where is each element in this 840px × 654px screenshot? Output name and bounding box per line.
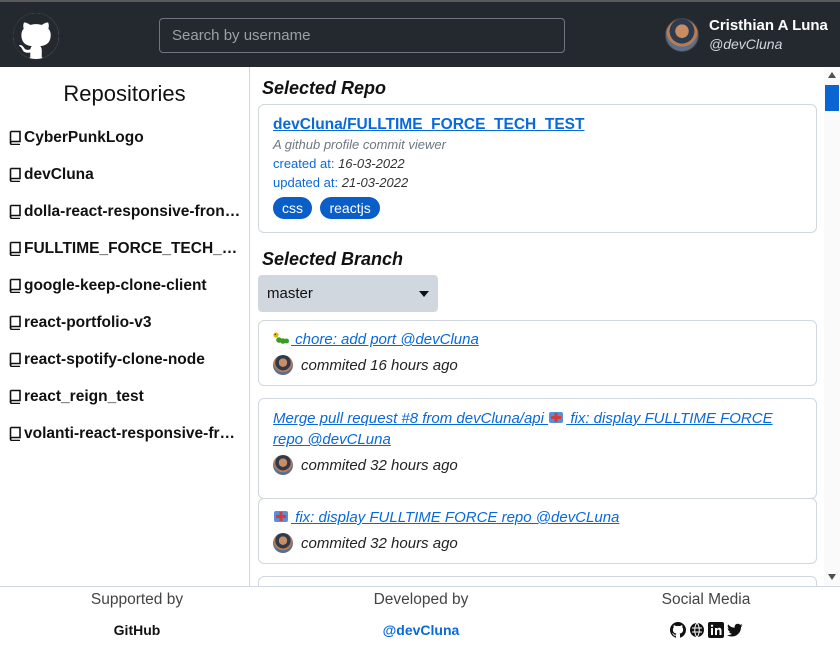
selected-branch-heading: Selected Branch <box>262 249 404 269</box>
caret-down-icon <box>419 290 429 297</box>
repo-book-icon <box>9 389 21 404</box>
user-name: Cristhian A Luna <box>709 17 828 34</box>
scroll-up-arrow-icon[interactable] <box>828 72 836 78</box>
twitter-icon[interactable] <box>726 622 743 638</box>
ambulance-icon <box>549 412 564 423</box>
sidebar-repo-item[interactable]: volanti-react-responsive-fro… <box>0 415 249 452</box>
created-value: 16-03-2022 <box>338 156 405 171</box>
github-wordmark[interactable]: GitHub <box>37 622 237 638</box>
repo-updated: updated at: 21-03-2022 <box>273 175 802 190</box>
ambulance-icon <box>274 511 288 522</box>
sidebar-repo-label: dolla-react-responsive-front… <box>24 202 242 220</box>
sidebar-repo-item[interactable]: react-portfolio-v3 <box>0 304 249 341</box>
selected-repo-heading: Selected Repo <box>262 78 387 98</box>
sidebar-repo-label: CyberPunkLogo <box>24 128 144 146</box>
commit-time: commited 16 hours ago <box>301 356 458 374</box>
caterpillar-icon <box>273 332 289 344</box>
tag-reactjs[interactable]: reactjs <box>320 197 380 219</box>
repo-book-icon <box>9 352 21 367</box>
avatar[interactable] <box>665 18 699 52</box>
social-icons <box>606 622 806 638</box>
sidebar-repo-label: volanti-react-responsive-fro… <box>24 424 242 442</box>
repo-book-icon <box>9 426 21 441</box>
avatar <box>273 355 293 375</box>
sidebar-title: Repositories <box>63 81 186 106</box>
sidebar-repo-label: devCluna <box>24 165 94 183</box>
commit-message-text: chore: add port @devCluna <box>291 331 479 348</box>
sidebar-repo-label: google-keep-clone-client <box>24 276 207 294</box>
sidebar-repo-item[interactable]: devCluna <box>0 156 249 193</box>
repo-tags: css reactjs <box>273 197 802 219</box>
main-scrollbar[interactable] <box>824 67 840 586</box>
sidebar-repo-item[interactable]: react_reign_test <box>0 378 249 415</box>
scroll-down-arrow-icon[interactable] <box>828 574 836 580</box>
footer-social: Social Media <box>606 587 806 638</box>
top-navbar: Cristhian A Luna @devCluna <box>0 0 840 67</box>
sidebar-repo-item[interactable]: google-keep-clone-client <box>0 267 249 304</box>
branch-select[interactable]: master <box>258 275 438 312</box>
repo-book-icon <box>9 130 21 145</box>
footer: Supported by GitHub Developed by @devClu… <box>0 586 840 654</box>
footer-supported: Supported by GitHub <box>37 587 237 638</box>
developed-heading: Developed by <box>373 591 469 608</box>
repositories-sidebar: Repositories CyberPunkLogo devCluna dolla-… <box>0 67 250 586</box>
commit-message[interactable]: chore: add port @devCluna <box>273 329 802 350</box>
repo-card: devCluna/FULLTIME_FORCE_TECH_TEST A gith… <box>258 104 817 233</box>
repo-book-icon <box>9 278 21 293</box>
sidebar-repo-item[interactable]: react-spotify-clone-node <box>0 341 249 378</box>
commit-meta: commited 32 hours ago <box>273 533 802 553</box>
commit-card: Merge pull request #8 from devCluna/api … <box>258 398 817 499</box>
commit-time: commited 32 hours ago <box>301 456 458 474</box>
updated-label: updated at: <box>273 175 339 190</box>
repo-link[interactable]: devCluna/FULLTIME_FORCE_TECH_TEST <box>273 116 584 133</box>
user-handle: @devCluna <box>709 36 783 52</box>
updated-value: 21-03-2022 <box>341 175 409 190</box>
sidebar-repo-label: FULLTIME_FORCE_TECH_TEST <box>24 239 242 257</box>
commit-meta: commited 32 hours ago <box>273 455 802 475</box>
scroll-thumb[interactable] <box>825 85 839 111</box>
repo-book-icon <box>9 167 21 182</box>
sidebar-repo-label: react-spotify-clone-node <box>24 350 205 368</box>
commit-card: fix: display FULLTIME FORCE repo @devCLu… <box>258 498 817 564</box>
repo-created: created at: 16-03-2022 <box>273 156 802 171</box>
repo-book-icon <box>9 315 21 330</box>
github-mark <box>13 13 59 58</box>
user-profile[interactable]: Cristhian A Luna @devCluna <box>665 16 828 54</box>
repo-description: A github profile commit viewer <box>273 137 446 152</box>
sidebar-repo-label: react-portfolio-v3 <box>24 313 152 331</box>
repo-list: CyberPunkLogo devCluna dolla-react-respons… <box>0 119 249 452</box>
sidebar-repo-item[interactable]: dolla-react-responsive-front… <box>0 193 249 230</box>
main-content: Selected Repo devCluna/FULLTIME_FORCE_TE… <box>251 67 824 586</box>
commit-card <box>258 576 817 586</box>
footer-developed: Developed by @devCluna <box>321 587 521 638</box>
linkedin-icon[interactable] <box>707 622 724 638</box>
sidebar-repo-label: react_reign_test <box>24 387 144 405</box>
developer-link[interactable]: @devCluna <box>321 622 521 638</box>
social-heading: Social Media <box>661 591 751 608</box>
commit-message-text-a: Merge pull request #8 from devCluna/api <box>273 410 549 427</box>
branch-value: master <box>267 285 313 302</box>
created-label: created at: <box>273 156 335 171</box>
commit-message[interactable]: Merge pull request #8 from devCluna/api … <box>273 408 802 450</box>
commit-time: commited 32 hours ago <box>301 534 458 552</box>
commit-message-text: fix: display FULLTIME FORCE repo @devCLu… <box>291 509 620 526</box>
avatar <box>273 455 293 475</box>
commit-card: chore: add port @devCluna commited 16 ho… <box>258 320 817 386</box>
commit-message[interactable]: fix: display FULLTIME FORCE repo @devCLu… <box>273 507 802 528</box>
repo-book-icon <box>9 241 21 256</box>
github-logo-icon[interactable] <box>13 13 59 59</box>
github-icon[interactable] <box>669 622 686 638</box>
supported-heading: Supported by <box>90 591 184 608</box>
globe-icon[interactable] <box>689 622 705 638</box>
commit-meta: commited 16 hours ago <box>273 355 802 375</box>
tag-css[interactable]: css <box>273 197 312 219</box>
sidebar-repo-item[interactable]: FULLTIME_FORCE_TECH_TEST <box>0 230 249 267</box>
repo-book-icon <box>9 204 21 219</box>
search-input[interactable] <box>159 18 565 53</box>
sidebar-repo-item[interactable]: CyberPunkLogo <box>0 119 249 156</box>
avatar <box>273 533 293 553</box>
